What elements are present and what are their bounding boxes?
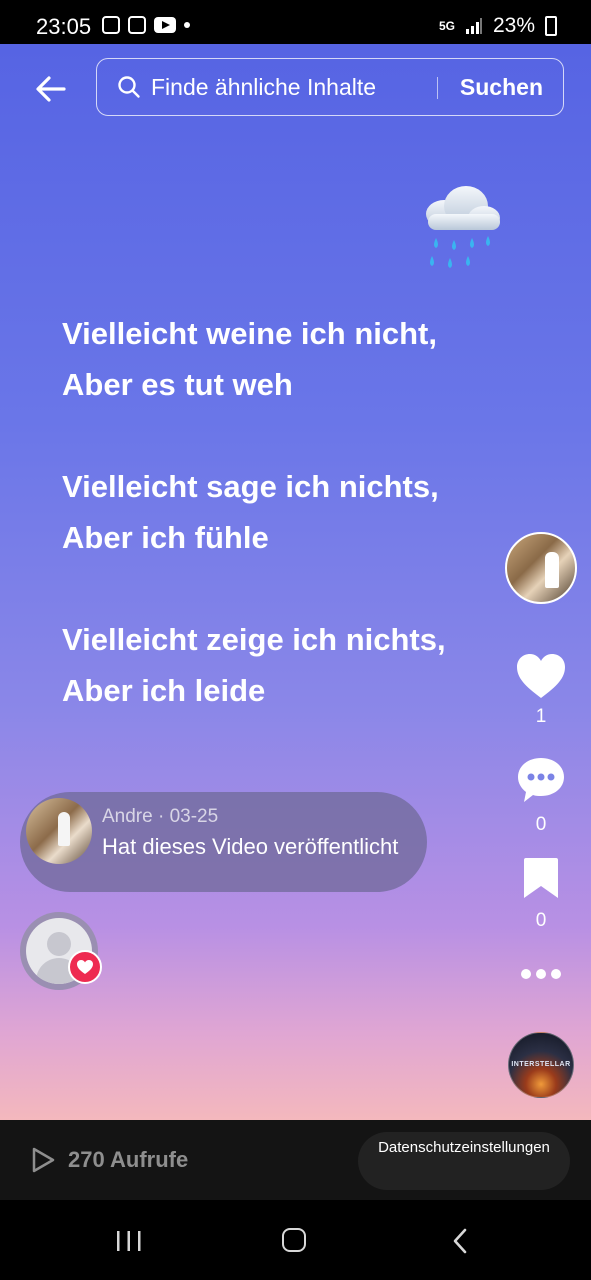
like-count: 1 — [535, 706, 547, 727]
bookmark-icon — [524, 858, 558, 898]
home-icon[interactable] — [282, 1228, 306, 1252]
search-button[interactable]: Suchen — [460, 74, 543, 101]
poem-line: Aber ich fühle — [62, 520, 269, 555]
heart-badge-icon — [68, 950, 102, 984]
poem-text: Vielleicht weine ich nicht, Aber es tut … — [62, 308, 446, 767]
music-disc-label: INTERSTELLAR — [511, 1061, 571, 1068]
search-divider — [437, 77, 438, 99]
youtube-icon — [154, 17, 176, 33]
avatar-figure — [545, 552, 559, 588]
music-disc[interactable]: INTERSTELLAR — [508, 1032, 574, 1098]
search-icon — [118, 76, 140, 98]
bookmark-count: 0 — [535, 910, 547, 931]
back-arrow-icon[interactable] — [34, 72, 68, 106]
comment-icon — [518, 758, 564, 802]
system-navigation-bar — [0, 1200, 591, 1280]
more-button[interactable] — [513, 964, 569, 984]
privacy-settings-button[interactable]: Datenschutzeinstellungen — [358, 1132, 570, 1190]
avatar-figure — [58, 812, 70, 846]
status-time: 23:05 — [36, 14, 92, 39]
system-icons: 5G 23% — [439, 14, 557, 38]
battery-percent: 23% — [492, 14, 535, 37]
gallery-icon — [128, 16, 146, 34]
avatar-head — [47, 932, 71, 956]
more-dots-icon — [521, 969, 561, 979]
poem-line: Vielleicht weine ich nicht, — [62, 316, 437, 351]
status-bar: 23:05 5G 23% — [0, 0, 591, 44]
poem-stanza: Vielleicht zeige ich nichts, Aber ich le… — [62, 614, 446, 716]
rain-cloud-icon — [426, 186, 500, 268]
comment-meta: Andre · 03-25 — [102, 806, 219, 827]
poem-stanza: Vielleicht weine ich nicht, Aber es tut … — [62, 308, 446, 410]
comment-bubble[interactable]: Andre · 03-25 Hat dieses Video veröffent… — [20, 792, 427, 892]
heart-icon — [77, 960, 93, 974]
search-input[interactable]: Finde ähnliche Inhalte — [151, 74, 376, 101]
comment-count: 0 — [535, 814, 547, 835]
network-label: 5G — [438, 19, 455, 33]
poem-line: Vielleicht sage ich nichts, — [62, 469, 439, 504]
play-icon — [32, 1147, 55, 1173]
notification-icons — [102, 16, 190, 34]
poem-stanza: Vielleicht sage ich nichts, Aber ich füh… — [62, 461, 446, 563]
video-area[interactable]: Finde ähnliche Inhalte Suchen Vielleicht… — [0, 44, 591, 1120]
poem-line: Vielleicht zeige ich nichts, — [62, 622, 446, 657]
creator-avatar[interactable] — [505, 532, 577, 604]
poem-line: Aber ich leide — [62, 673, 266, 708]
more-notifications-dot — [184, 22, 190, 28]
heart-icon — [517, 654, 565, 698]
poem-line: Aber es tut weh — [62, 367, 293, 402]
comment-button[interactable] — [513, 756, 569, 804]
signal-icon — [465, 18, 482, 34]
like-button[interactable] — [513, 652, 569, 702]
bottom-bar: 270 Aufrufe Datenschutzeinstellungen — [0, 1120, 591, 1200]
search-bar[interactable]: Finde ähnliche Inhalte Suchen — [96, 58, 564, 116]
bookmark-button[interactable] — [513, 856, 569, 902]
nav-back-icon[interactable] — [452, 1228, 468, 1254]
battery-icon — [545, 16, 557, 36]
instagram-icon — [102, 16, 120, 34]
commenter-avatar[interactable] — [26, 798, 92, 864]
view-count: 270 Aufrufe — [30, 1146, 188, 1174]
comment-text: Hat dieses Video veröffentlicht — [102, 834, 399, 859]
view-count-label: 270 Aufrufe — [68, 1147, 189, 1172]
recent-apps-icon[interactable] — [116, 1230, 142, 1252]
